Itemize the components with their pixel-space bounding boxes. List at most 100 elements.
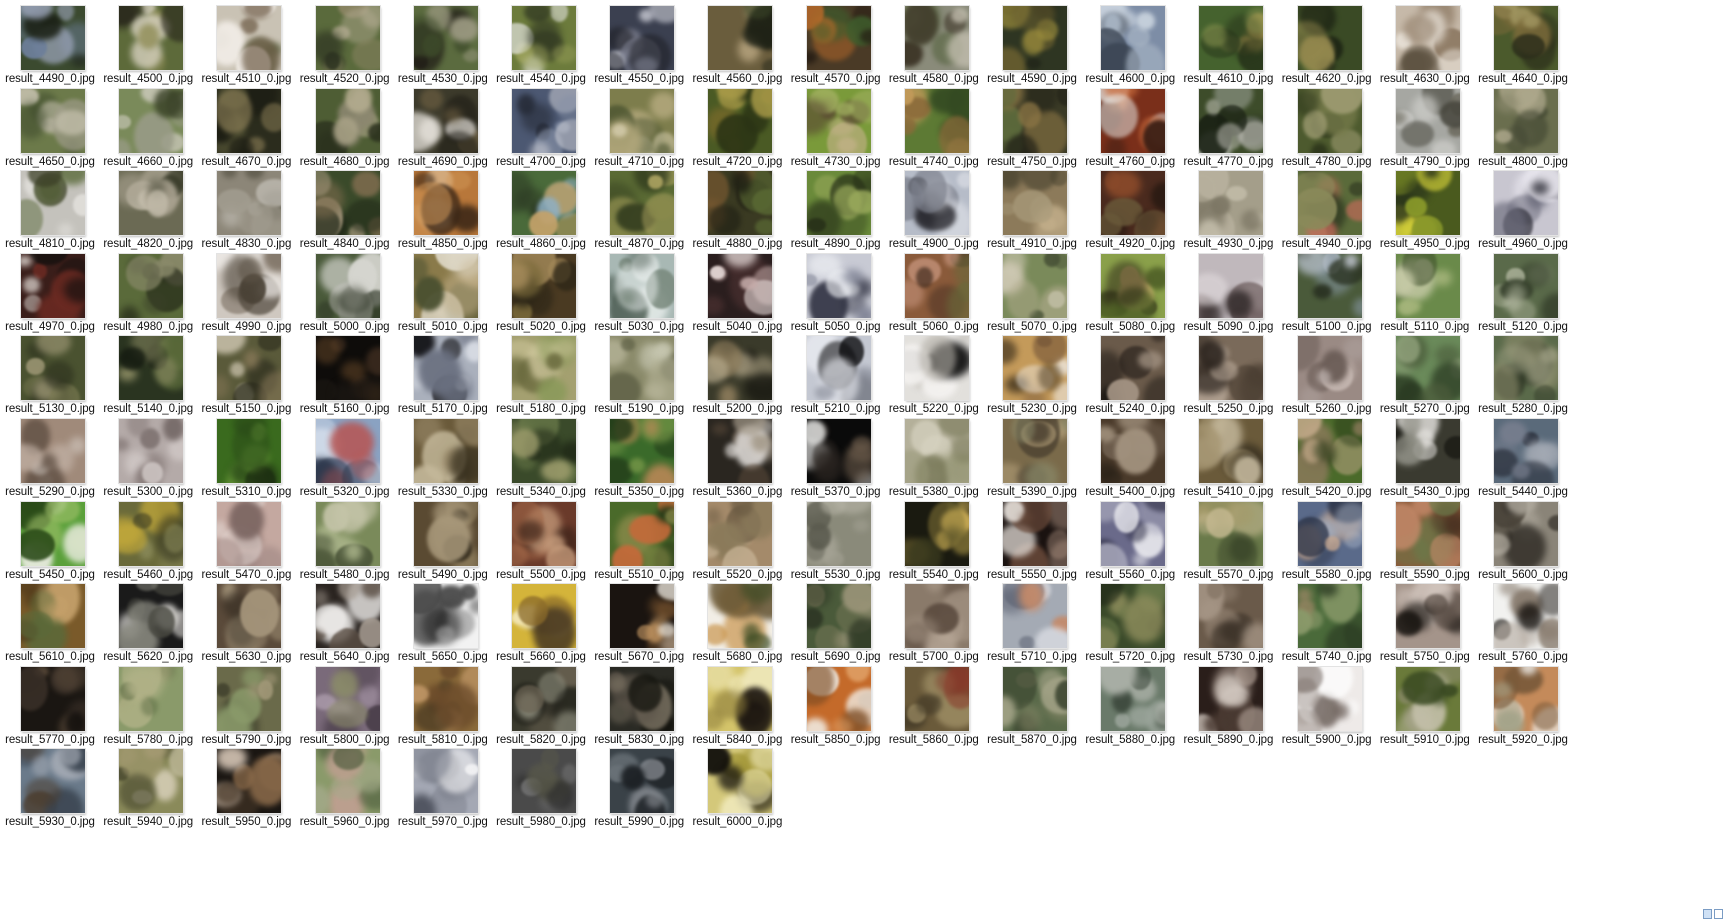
file-item[interactable]: result_5890_0.jpg	[1174, 661, 1274, 749]
file-item[interactable]: result_4830_0.jpg	[192, 165, 292, 253]
file-item[interactable]: result_4630_0.jpg	[1371, 0, 1471, 88]
file-item[interactable]: result_5540_0.jpg	[880, 496, 980, 584]
file-item[interactable]: result_5630_0.jpg	[192, 578, 292, 666]
file-item[interactable]: result_4670_0.jpg	[192, 83, 292, 171]
file-item[interactable]: result_4860_0.jpg	[487, 165, 587, 253]
file-item[interactable]: result_5990_0.jpg	[585, 743, 685, 831]
file-item[interactable]: result_4850_0.jpg	[389, 165, 489, 253]
file-item[interactable]: result_4640_0.jpg	[1469, 0, 1569, 88]
file-item[interactable]: result_4620_0.jpg	[1273, 0, 1373, 88]
file-item[interactable]: result_5920_0.jpg	[1469, 661, 1569, 749]
file-item[interactable]: result_4580_0.jpg	[880, 0, 980, 88]
file-item[interactable]: result_4990_0.jpg	[192, 248, 292, 336]
file-item[interactable]: result_5170_0.jpg	[389, 330, 489, 418]
file-item[interactable]: result_5650_0.jpg	[389, 578, 489, 666]
file-item[interactable]: result_4550_0.jpg	[585, 0, 685, 88]
file-item[interactable]: result_5590_0.jpg	[1371, 496, 1471, 584]
file-item[interactable]: result_4870_0.jpg	[585, 165, 685, 253]
file-item[interactable]: result_4680_0.jpg	[291, 83, 391, 171]
file-item[interactable]: result_5900_0.jpg	[1273, 661, 1373, 749]
file-item[interactable]: result_5320_0.jpg	[291, 413, 391, 501]
file-item[interactable]: result_4490_0.jpg	[0, 0, 96, 88]
file-item[interactable]: result_4930_0.jpg	[1174, 165, 1274, 253]
file-item[interactable]: result_5780_0.jpg	[94, 661, 194, 749]
file-item[interactable]: result_4970_0.jpg	[0, 248, 96, 336]
file-item[interactable]: result_5040_0.jpg	[683, 248, 783, 336]
file-item[interactable]: result_4690_0.jpg	[389, 83, 489, 171]
file-item[interactable]: result_4500_0.jpg	[94, 0, 194, 88]
file-item[interactable]: result_4600_0.jpg	[1076, 0, 1176, 88]
file-item[interactable]: result_5860_0.jpg	[880, 661, 980, 749]
file-item[interactable]: result_5820_0.jpg	[487, 661, 587, 749]
file-item[interactable]: result_5410_0.jpg	[1174, 413, 1274, 501]
file-item[interactable]: result_5870_0.jpg	[978, 661, 1078, 749]
file-item[interactable]: result_5340_0.jpg	[487, 413, 587, 501]
file-item[interactable]: result_5750_0.jpg	[1371, 578, 1471, 666]
file-item[interactable]: result_5470_0.jpg	[192, 496, 292, 584]
file-item[interactable]: result_5270_0.jpg	[1371, 330, 1471, 418]
file-item[interactable]: result_4940_0.jpg	[1273, 165, 1373, 253]
file-item[interactable]: result_5690_0.jpg	[782, 578, 882, 666]
file-item[interactable]: result_4920_0.jpg	[1076, 165, 1176, 253]
file-item[interactable]: result_5100_0.jpg	[1273, 248, 1373, 336]
file-item[interactable]: result_5500_0.jpg	[487, 496, 587, 584]
file-item[interactable]: result_5070_0.jpg	[978, 248, 1078, 336]
file-item[interactable]: result_4780_0.jpg	[1273, 83, 1373, 171]
file-item[interactable]: result_4560_0.jpg	[683, 0, 783, 88]
file-item[interactable]: result_5640_0.jpg	[291, 578, 391, 666]
file-item[interactable]: result_5530_0.jpg	[782, 496, 882, 584]
file-item[interactable]: result_5110_0.jpg	[1371, 248, 1471, 336]
file-item[interactable]: result_4720_0.jpg	[683, 83, 783, 171]
file-item[interactable]: result_5880_0.jpg	[1076, 661, 1176, 749]
file-item[interactable]: result_5520_0.jpg	[683, 496, 783, 584]
file-item[interactable]: result_4760_0.jpg	[1076, 83, 1176, 171]
file-item[interactable]: result_5550_0.jpg	[978, 496, 1078, 584]
file-item[interactable]: result_5830_0.jpg	[585, 661, 685, 749]
file-item[interactable]: result_4810_0.jpg	[0, 165, 96, 253]
file-item[interactable]: result_5230_0.jpg	[978, 330, 1078, 418]
file-item[interactable]: result_4540_0.jpg	[487, 0, 587, 88]
file-item[interactable]: result_5010_0.jpg	[389, 248, 489, 336]
file-item[interactable]: result_5220_0.jpg	[880, 330, 980, 418]
file-item[interactable]: result_4980_0.jpg	[94, 248, 194, 336]
file-item[interactable]: result_5160_0.jpg	[291, 330, 391, 418]
file-item[interactable]: result_4900_0.jpg	[880, 165, 980, 253]
file-item[interactable]: result_5210_0.jpg	[782, 330, 882, 418]
file-item[interactable]: result_4700_0.jpg	[487, 83, 587, 171]
file-item[interactable]: result_5790_0.jpg	[192, 661, 292, 749]
file-item[interactable]: result_5730_0.jpg	[1174, 578, 1274, 666]
file-item[interactable]: result_5930_0.jpg	[0, 743, 96, 831]
file-item[interactable]: result_4790_0.jpg	[1371, 83, 1471, 171]
file-item[interactable]: result_5030_0.jpg	[585, 248, 685, 336]
file-item[interactable]: result_5260_0.jpg	[1273, 330, 1373, 418]
file-item[interactable]: result_4740_0.jpg	[880, 83, 980, 171]
file-item[interactable]: result_5510_0.jpg	[585, 496, 685, 584]
file-item[interactable]: result_4770_0.jpg	[1174, 83, 1274, 171]
file-item[interactable]: result_5000_0.jpg	[291, 248, 391, 336]
file-item[interactable]: result_5970_0.jpg	[389, 743, 489, 831]
file-item[interactable]: result_5380_0.jpg	[880, 413, 980, 501]
file-item[interactable]: result_5330_0.jpg	[389, 413, 489, 501]
file-item[interactable]: result_4650_0.jpg	[0, 83, 96, 171]
file-item[interactable]: result_5150_0.jpg	[192, 330, 292, 418]
file-item[interactable]: result_5080_0.jpg	[1076, 248, 1176, 336]
file-item[interactable]: result_5980_0.jpg	[487, 743, 587, 831]
file-item[interactable]: result_4950_0.jpg	[1371, 165, 1471, 253]
file-item[interactable]: result_5250_0.jpg	[1174, 330, 1274, 418]
file-item[interactable]: result_5460_0.jpg	[94, 496, 194, 584]
file-item[interactable]: result_5610_0.jpg	[0, 578, 96, 666]
file-item[interactable]: result_5420_0.jpg	[1273, 413, 1373, 501]
file-item[interactable]: result_5810_0.jpg	[389, 661, 489, 749]
file-item[interactable]: result_4660_0.jpg	[94, 83, 194, 171]
file-item[interactable]: result_4880_0.jpg	[683, 165, 783, 253]
file-item[interactable]: result_5940_0.jpg	[94, 743, 194, 831]
file-item[interactable]: result_5740_0.jpg	[1273, 578, 1373, 666]
file-item[interactable]: result_5660_0.jpg	[487, 578, 587, 666]
file-item[interactable]: result_5180_0.jpg	[487, 330, 587, 418]
file-item[interactable]: result_5720_0.jpg	[1076, 578, 1176, 666]
file-item[interactable]: result_5760_0.jpg	[1469, 578, 1569, 666]
large-icons-view-icon[interactable]	[1703, 909, 1712, 919]
file-item[interactable]: result_5020_0.jpg	[487, 248, 587, 336]
view-toggle[interactable]	[1703, 909, 1725, 921]
file-item[interactable]: result_5950_0.jpg	[192, 743, 292, 831]
